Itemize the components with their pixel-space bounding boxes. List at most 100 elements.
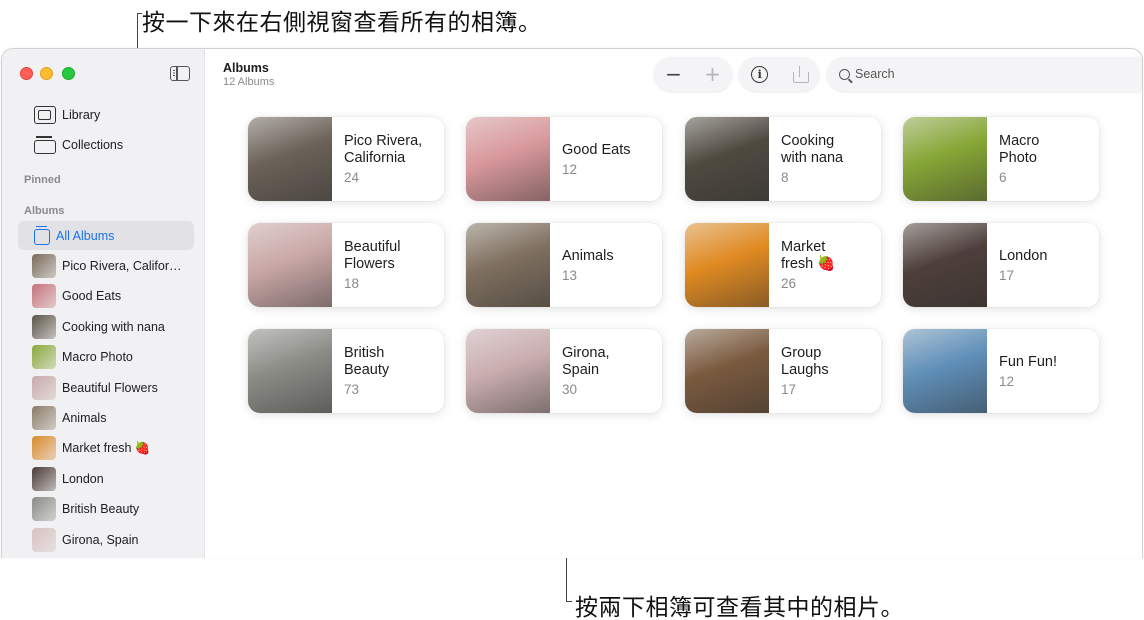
sidebar-album-item[interactable]: Beautiful Flowers: [32, 375, 182, 401]
album-count: 26: [781, 276, 797, 291]
album-meta: Market fresh 🍓 26: [769, 223, 835, 307]
album-thumbnail: [32, 284, 56, 309]
sidebar-album-item[interactable]: Market fresh 🍓: [32, 435, 182, 461]
album-name: Cooking with nana: [781, 133, 844, 166]
album-name: Market fresh 🍓: [781, 239, 836, 272]
sidebar-album-item[interactable]: Macro Photo: [32, 344, 182, 370]
album-card[interactable]: Group Laughs 17: [685, 329, 881, 413]
album-card[interactable]: Market fresh 🍓 26: [685, 223, 881, 307]
album-card[interactable]: Animals 13: [466, 223, 662, 307]
album-name: British Beauty: [344, 345, 390, 378]
sidebar-album-label: London: [62, 471, 104, 486]
sidebar-album-label: British Beauty: [62, 502, 140, 517]
album-meta: Good Eats 12: [550, 117, 631, 201]
album-count: 18: [344, 276, 360, 291]
album-count: 17: [781, 382, 797, 397]
sidebar-album-item[interactable]: Good Eats: [32, 283, 182, 309]
zoom-out-button[interactable]: −: [661, 64, 687, 84]
album-card[interactable]: London 17: [903, 223, 1099, 307]
album-meta: Beautiful Flowers 18: [332, 223, 400, 307]
album-card[interactable]: Cooking with nana 8: [685, 117, 881, 201]
photos-window: Library Collections Pinned Albums All Al…: [1, 48, 1143, 558]
album-meta: Fun Fun! 12: [987, 329, 1057, 413]
album-count: 12: [999, 373, 1015, 389]
sidebar-toggle-icon[interactable]: [170, 66, 190, 81]
album-cover-image: [903, 223, 987, 307]
album-card[interactable]: Good Eats 12: [466, 117, 662, 201]
collections-icon: [34, 136, 56, 154]
sidebar-album-label: Good Eats: [62, 289, 122, 304]
album-cover-image: [248, 329, 332, 413]
album-card[interactable]: Beautiful Flowers 18: [248, 223, 444, 307]
info-icon[interactable]: i: [751, 65, 769, 83]
album-thumbnail: [32, 375, 56, 400]
sidebar-album-item[interactable]: British Beauty: [32, 496, 182, 522]
sidebar-item-collections[interactable]: Collections: [18, 131, 194, 159]
album-name: London: [999, 247, 1048, 264]
sidebar-album-item[interactable]: Cooking with nana: [32, 314, 182, 340]
close-window-button[interactable]: [20, 67, 33, 80]
album-meta: Macro Photo 6: [987, 117, 1039, 201]
album-thumbnail: [32, 466, 56, 491]
album-thumbnail: [32, 406, 56, 430]
album-name: Fun Fun!: [999, 353, 1058, 370]
sidebar-item-label: Collections: [62, 138, 124, 152]
sidebar-album-label: Macro Photo: [62, 350, 133, 365]
zoom-window-button[interactable]: [62, 67, 75, 80]
album-card[interactable]: Macro Photo 6: [903, 117, 1099, 201]
albums-icon: [34, 225, 50, 245]
zoom-in-button[interactable]: +: [700, 64, 726, 84]
album-card[interactable]: Girona, Spain 30: [466, 329, 662, 413]
search-input[interactable]: [855, 67, 1135, 81]
sidebar-album-label: Cooking with nana: [62, 319, 165, 334]
album-meta: British Beauty 73: [332, 329, 389, 413]
sidebar-album-item[interactable]: London: [32, 466, 182, 492]
album-cover-image: [903, 329, 987, 413]
sidebar-album-item[interactable]: Pico Rivera, California: [32, 253, 182, 279]
album-thumbnail: [32, 254, 56, 278]
sidebar-item-library[interactable]: Library: [18, 101, 194, 129]
album-cover-image: [903, 117, 987, 201]
sidebar-album-item[interactable]: Animals: [32, 405, 182, 431]
album-cover-image: [685, 223, 769, 307]
album-card[interactable]: British Beauty 73: [248, 329, 444, 413]
library-icon: [34, 106, 56, 124]
callout-bottom-leader-tick: [566, 601, 572, 602]
album-count: 73: [344, 382, 360, 397]
album-thumbnail: [32, 497, 56, 522]
album-name: Macro Photo: [999, 133, 1040, 166]
album-thumbnail: [32, 436, 56, 461]
album-cover-image: [248, 223, 332, 307]
album-card[interactable]: Pico Rivera, California 24: [248, 117, 444, 201]
sidebar-album-label: Pico Rivera, California: [62, 259, 182, 273]
album-count: 13: [562, 267, 578, 283]
album-cover-image: [466, 223, 550, 307]
sidebar-album-item[interactable]: Girona, Spain: [32, 527, 182, 553]
album-name: Group Laughs: [781, 345, 829, 378]
album-cover-image: [248, 117, 332, 201]
album-thumbnail: [32, 527, 56, 552]
album-cover-image: [466, 329, 550, 413]
search-box[interactable]: [827, 57, 1142, 91]
sidebar-item-all-albums[interactable]: All Albums: [18, 221, 194, 250]
minimize-window-button[interactable]: [40, 67, 53, 80]
album-count: 8: [781, 170, 789, 185]
sidebar-album-label: Animals: [62, 411, 107, 425]
sidebar: Library Collections Pinned Albums All Al…: [2, 49, 205, 558]
section-label-albums: Albums: [24, 205, 65, 217]
album-name: Animals: [562, 247, 614, 264]
page-subtitle: 12 Albums: [223, 76, 275, 88]
callout-bottom: 按兩下相簿可查看其中的相片。: [575, 595, 904, 620]
album-name: Good Eats: [562, 141, 631, 158]
album-count: 6: [999, 170, 1007, 185]
search-icon: [839, 68, 850, 80]
sidebar-item-label: All Albums: [56, 228, 115, 243]
album-card[interactable]: Fun Fun! 12: [903, 329, 1099, 413]
album-meta: Group Laughs 17: [769, 329, 829, 413]
callout-top-leader-tick: [137, 13, 142, 14]
album-meta: London 17: [987, 223, 1047, 307]
album-meta: Animals 13: [550, 223, 614, 307]
sidebar-album-label: Beautiful Flowers: [62, 380, 158, 395]
album-cover-image: [466, 117, 550, 201]
share-icon[interactable]: [792, 65, 809, 83]
